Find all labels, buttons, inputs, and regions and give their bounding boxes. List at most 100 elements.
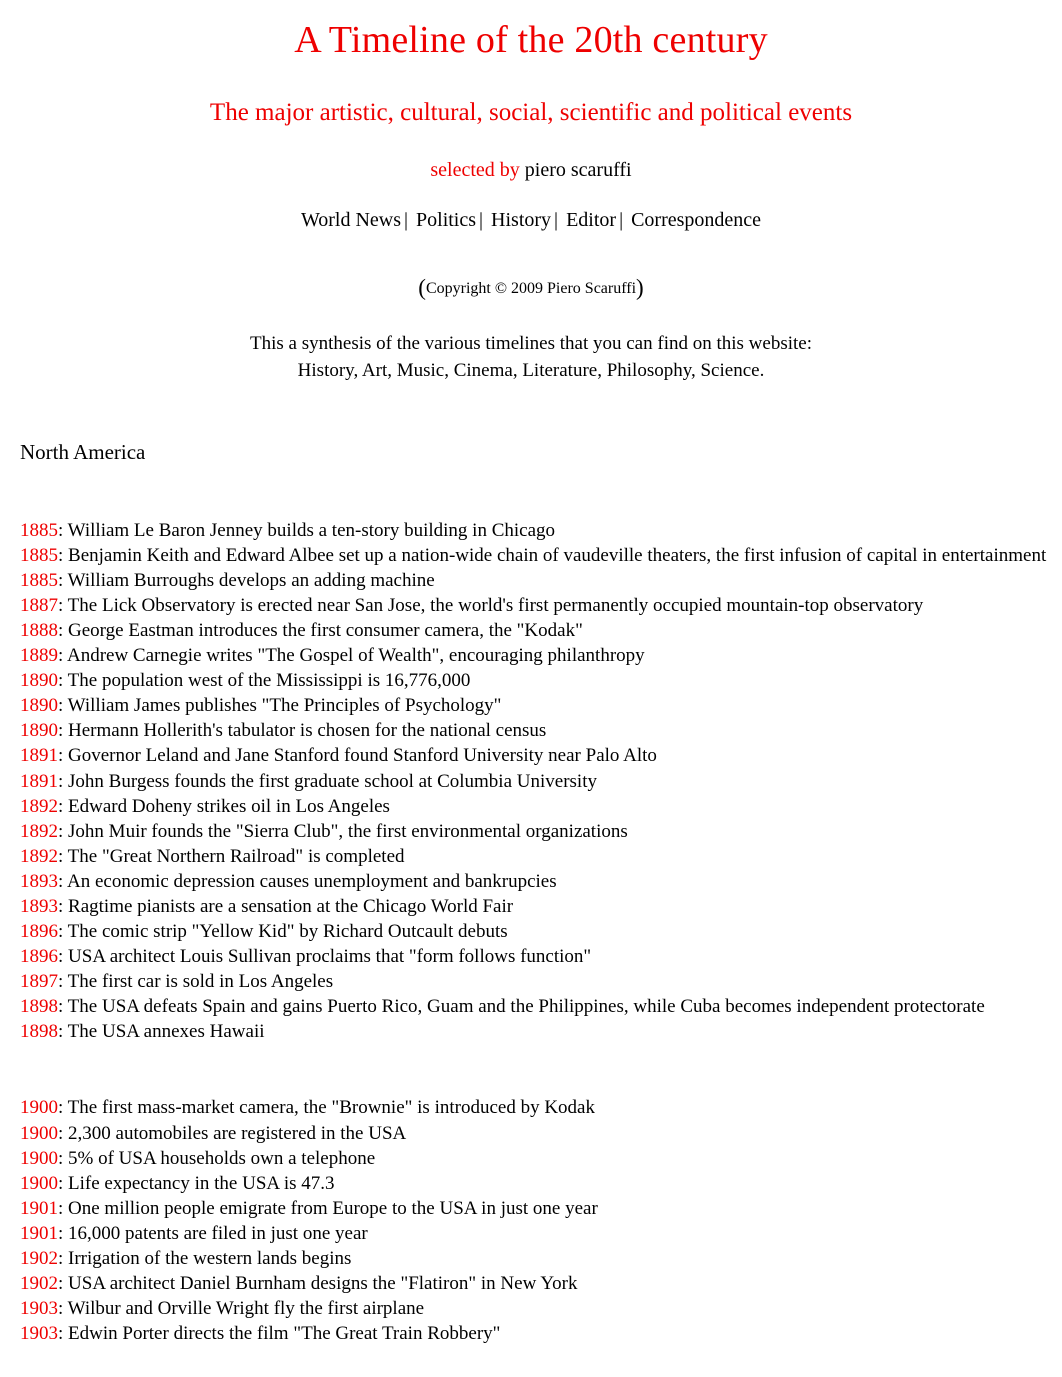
- page-subtitle: The major artistic, cultural, social, sc…: [209, 98, 853, 126]
- entry-text: : 16,000 patents are filed in just one y…: [58, 1222, 368, 1244]
- timeline-entry: 1885: William Le Baron Jenney builds a t…: [20, 518, 1062, 543]
- timeline-entry: 1900: The first mass-market camera, the …: [20, 1095, 1062, 1120]
- entry-year: 1897: [20, 971, 58, 993]
- entry-text: : The Lick Observatory is erected near S…: [58, 595, 924, 617]
- timeline-entry: 1902: Irrigation of the western lands be…: [20, 1246, 1062, 1271]
- copyright-open-paren: (: [418, 275, 426, 301]
- nav-separator: |: [554, 209, 559, 232]
- entry-year: 1890: [20, 670, 58, 692]
- nav-separator: |: [479, 209, 484, 232]
- entry-text: : Irrigation of the western lands begins: [58, 1247, 352, 1269]
- timeline-entry: 1900: 5% of USA households own a telepho…: [20, 1146, 1062, 1171]
- synthesis-note: This a synthesis of the various timeline…: [0, 301, 1062, 385]
- entry-year: 1890: [20, 720, 58, 742]
- timeline-entry: 1900: Life expectancy in the USA is 47.3: [20, 1171, 1062, 1196]
- entry-text: : USA architect Louis Sullivan proclaims…: [58, 946, 592, 968]
- author-name: piero scaruffi: [524, 159, 632, 182]
- header-block: A Timeline of the 20th century The major…: [0, 0, 1062, 385]
- entries-group-spacer: [0, 1044, 1062, 1095]
- entry-year: 1900: [20, 1122, 58, 1144]
- timeline-entry: 1901: One million people emigrate from E…: [20, 1196, 1062, 1221]
- entry-year: 1903: [20, 1298, 58, 1320]
- timeline-entry: 1893: An economic depression causes unem…: [20, 869, 1062, 894]
- entry-text: : John Burgess founds the first graduate…: [58, 770, 597, 792]
- page-title: A Timeline of the 20th century: [294, 19, 768, 61]
- timeline-entry: 1889: Andrew Carnegie writes "The Gospel…: [20, 643, 1062, 668]
- timeline-entry: 1891: Governor Leland and Jane Stanford …: [20, 743, 1062, 768]
- copyright-text: Copyright © 2009 Piero Scaruffi: [425, 280, 637, 298]
- entry-text: : The first mass-market camera, the "Bro…: [58, 1097, 595, 1119]
- entry-year: 1896: [20, 946, 58, 968]
- nav-link-politics[interactable]: Politics: [416, 209, 476, 231]
- entry-year: 1900: [20, 1147, 58, 1169]
- nav-separator: |: [404, 209, 409, 232]
- timeline-entry: 1892: The "Great Northern Railroad" is c…: [20, 844, 1062, 869]
- copyright-notice: (Copyright © 2009 Piero Scaruffi): [0, 231, 1062, 300]
- entry-text: : Andrew Carnegie writes "The Gospel of …: [58, 645, 645, 667]
- entry-text: : The USA annexes Hawaii: [58, 1021, 265, 1043]
- entry-text: : The population west of the Mississippi…: [58, 670, 471, 692]
- entry-text: : The "Great Northern Railroad" is compl…: [58, 845, 405, 867]
- timeline-entry: 1900: 2,300 automobiles are registered i…: [20, 1121, 1062, 1146]
- timeline-entry: 1890: The population west of the Mississ…: [20, 668, 1062, 693]
- entry-text: : Governor Leland and Jane Stanford foun…: [58, 745, 657, 767]
- entry-year: 1896: [20, 921, 58, 943]
- entry-year: 1900: [20, 1172, 58, 1194]
- timeline-entry: 1885: Benjamin Keith and Edward Albee se…: [20, 543, 1062, 568]
- nav-separator: |: [619, 209, 624, 232]
- entry-year: 1898: [20, 1021, 58, 1043]
- timeline-entry: 1892: Edward Doheny strikes oil in Los A…: [20, 794, 1062, 819]
- nav-link-correspondence[interactable]: Correspondence: [631, 209, 761, 231]
- entry-text: : William James publishes "The Principle…: [58, 695, 502, 717]
- byline: selected by piero scaruffi: [0, 126, 1062, 181]
- nav-link-world-news[interactable]: World News: [301, 209, 401, 231]
- entry-text: : Benjamin Keith and Edward Albee set up…: [58, 544, 1047, 566]
- timeline-entry: 1902: USA architect Daniel Burnham desig…: [20, 1271, 1062, 1296]
- entry-text: : William Burroughs develops an adding m…: [58, 569, 435, 591]
- entry-year: 1888: [20, 620, 58, 642]
- navigation-bar: World News | Politics | History | Editor | C…: [0, 181, 1062, 231]
- entry-text: : 5% of USA households own a telephone: [58, 1147, 376, 1169]
- entry-year: 1893: [20, 870, 58, 892]
- timeline-entries-1900s: 1900: The first mass-market camera, the …: [0, 1095, 1062, 1346]
- timeline-entry: 1885: William Burroughs develops an addi…: [20, 568, 1062, 593]
- entry-year: 1891: [20, 770, 58, 792]
- entry-text: : The comic strip "Yellow Kid" by Richar…: [58, 921, 508, 943]
- section-heading-north-america: North America: [20, 439, 146, 464]
- entry-year: 1901: [20, 1222, 58, 1244]
- entry-text: : Hermann Hollerith's tabulator is chose…: [58, 720, 547, 742]
- entry-text: : Life expectancy in the USA is 47.3: [58, 1172, 335, 1194]
- timeline-entry: 1897: The first car is sold in Los Angel…: [20, 969, 1062, 994]
- entry-year: 1891: [20, 745, 58, 767]
- entry-text: : Edwin Porter directs the film "The Gre…: [58, 1323, 501, 1345]
- entry-text: : Edward Doheny strikes oil in Los Angel…: [58, 795, 390, 817]
- timeline-entry: 1898: The USA annexes Hawaii: [20, 1019, 1062, 1044]
- entry-year: 1892: [20, 820, 58, 842]
- entry-text: : William Le Baron Jenney builds a ten-s…: [58, 519, 556, 541]
- timeline-entry: 1896: USA architect Louis Sullivan procl…: [20, 944, 1062, 969]
- entry-year: 1902: [20, 1272, 58, 1294]
- page-root: A Timeline of the 20th century The major…: [0, 0, 1062, 1346]
- entry-text: : The USA defeats Spain and gains Puerto…: [58, 996, 985, 1018]
- timeline-entry: 1887: The Lick Observatory is erected ne…: [20, 593, 1062, 618]
- synthesis-line-1: This a synthesis of the various timeline…: [250, 332, 812, 354]
- entry-year: 1889: [20, 645, 58, 667]
- timeline-entry: 1898: The USA defeats Spain and gains Pu…: [20, 994, 1062, 1019]
- entry-year: 1885: [20, 544, 58, 566]
- entry-year: 1885: [20, 519, 58, 541]
- entry-year: 1898: [20, 996, 58, 1018]
- timeline-entry: 1890: Hermann Hollerith's tabulator is c…: [20, 718, 1062, 743]
- nav-link-editor[interactable]: Editor: [566, 209, 616, 231]
- selected-by-label: selected by: [430, 159, 520, 182]
- entry-year: 1892: [20, 795, 58, 817]
- synthesis-line-2: History, Art, Music, Cinema, Literature,…: [297, 360, 765, 382]
- timeline-entry: 1891: John Burgess founds the first grad…: [20, 769, 1062, 794]
- entry-text: : USA architect Daniel Burnham designs t…: [58, 1272, 578, 1294]
- entry-text: : The first car is sold in Los Angeles: [58, 971, 334, 993]
- entry-year: 1902: [20, 1247, 58, 1269]
- nav-link-history[interactable]: History: [491, 209, 551, 231]
- entry-text: : An economic depression causes unemploy…: [58, 870, 557, 892]
- entry-year: 1900: [20, 1097, 58, 1119]
- entry-text: : John Muir founds the "Sierra Club", th…: [58, 820, 628, 842]
- entry-year: 1893: [20, 895, 58, 917]
